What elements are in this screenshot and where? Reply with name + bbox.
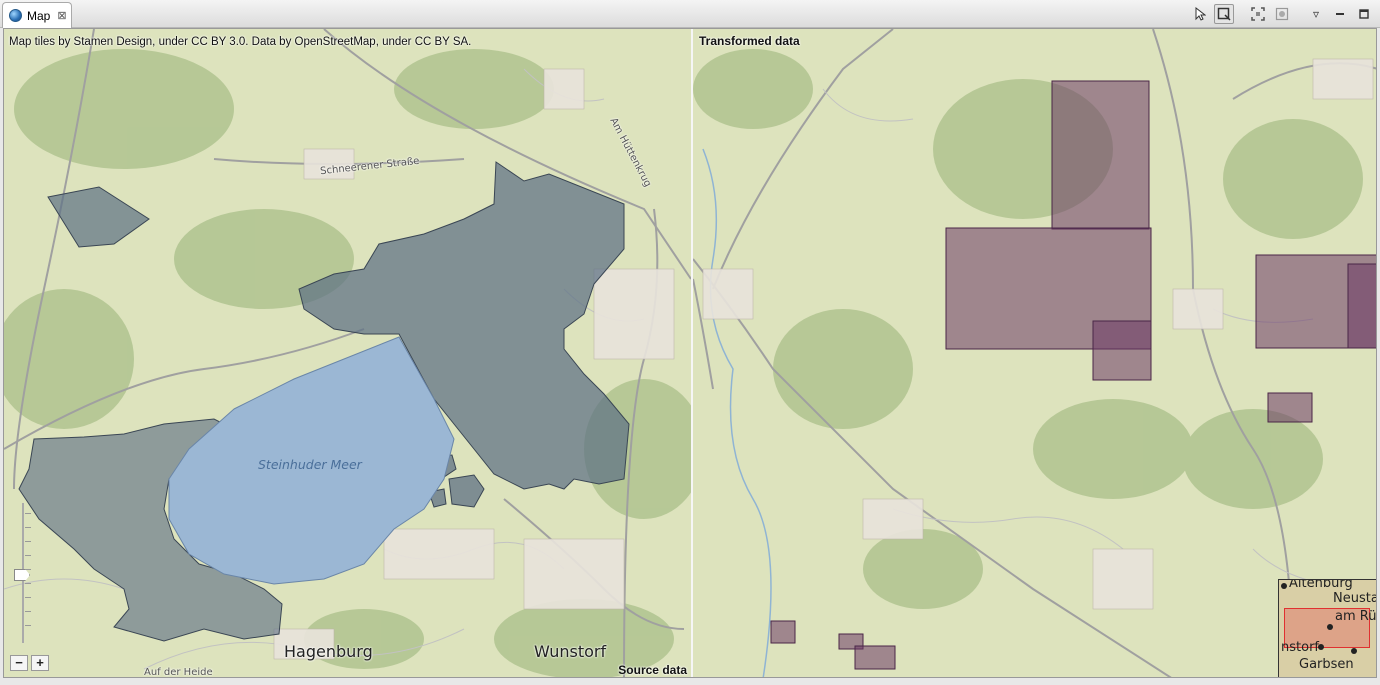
editor-tab-bar: Map ⊠ ▿ [0, 0, 1380, 28]
lake-label: Steinhuder Meer [258, 457, 362, 472]
transformed-data-label: Transformed data [699, 34, 800, 48]
selection-icon[interactable] [1214, 4, 1234, 24]
transformed-data-pane[interactable]: Transformed data Altenburg Neustadt am R… [693, 29, 1377, 678]
overview-place-dot [1351, 648, 1357, 654]
maximize-icon[interactable] [1354, 4, 1374, 24]
source-data-pane[interactable]: Map tiles by Stamen Design, under CC BY … [4, 29, 691, 678]
zoom-slider[interactable] [14, 503, 31, 643]
close-icon[interactable]: ⊠ [57, 9, 66, 22]
transformed-polygon-9 [854, 645, 896, 670]
map-attribution: Map tiles by Stamen Design, under CC BY … [9, 36, 472, 48]
map-view[interactable]: Map tiles by Stamen Design, under CC BY … [3, 28, 1377, 678]
overview-label-3: am Rü [1335, 609, 1377, 624]
transformed-polygon-5 [1347, 263, 1376, 349]
overview-label-2: Neustadt [1333, 591, 1376, 606]
overview-map[interactable]: Altenburg Neustadt am Rü nstorf Garbsen [1278, 579, 1377, 677]
overview-label-5: Garbsen [1299, 657, 1354, 672]
source-data-label: Source data [618, 663, 687, 677]
town-label-hagenburg: Hagenburg [284, 642, 373, 661]
pointer-icon[interactable] [1190, 4, 1210, 24]
transformed-polygon-6 [1267, 392, 1313, 423]
overview-place-dot [1327, 624, 1333, 630]
transformed-polygon-1 [1051, 80, 1150, 230]
overview-place-dot [1281, 583, 1287, 589]
overview-place-dot [1318, 644, 1324, 650]
town-label-wunstorf: Wunstorf [534, 642, 607, 661]
minimize-icon[interactable] [1330, 4, 1350, 24]
zoom-extent-icon[interactable] [1248, 4, 1268, 24]
status-bar [0, 679, 1380, 685]
globe-icon [9, 9, 22, 22]
zoom-controls: − + [10, 655, 49, 671]
source-map-canvas[interactable] [4, 29, 691, 678]
transformed-polygon-7 [770, 620, 796, 644]
map-tab-label: Map [27, 8, 51, 23]
transformed-polygon-3 [1092, 320, 1152, 381]
overview-label-1: Altenburg [1289, 579, 1353, 591]
street-label-heide: Auf der Heide [144, 667, 213, 678]
transformed-map-canvas[interactable] [693, 29, 1377, 678]
sync-icon[interactable] [1272, 4, 1292, 24]
map-toolbar: ▿ [1190, 4, 1374, 24]
overview-label-4: nstorf [1281, 640, 1319, 655]
view-menu-icon[interactable]: ▿ [1306, 4, 1326, 24]
map-tab[interactable]: Map ⊠ [2, 2, 72, 28]
zoom-in-button[interactable]: + [31, 655, 49, 671]
zoom-out-button[interactable]: − [10, 655, 28, 671]
